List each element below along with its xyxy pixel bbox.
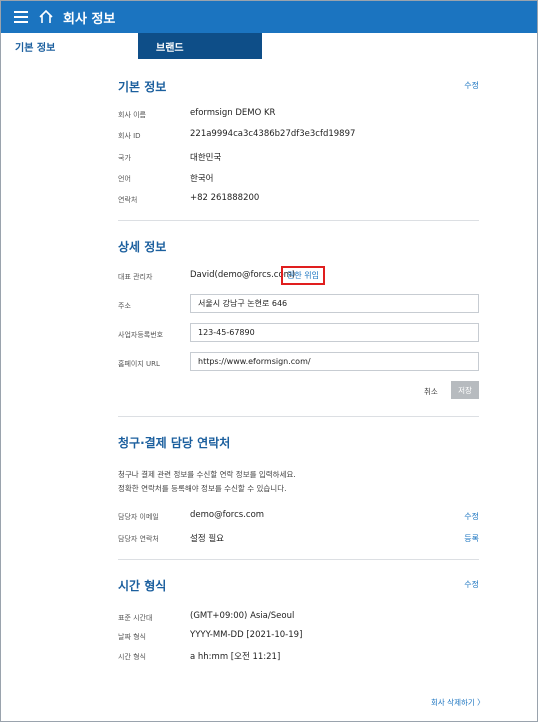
row-label: 담당자 이메일 bbox=[118, 513, 159, 521]
row-label: 언어 bbox=[118, 175, 131, 183]
info-row-country: 국가 대한민국 bbox=[118, 151, 479, 165]
row-label: 담당자 연락처 bbox=[118, 535, 159, 543]
section-divider bbox=[118, 416, 479, 417]
row-value: a hh:mm [오전 11:21] bbox=[190, 652, 281, 662]
row-value: 한국어 bbox=[190, 174, 214, 184]
row-value: 221a9994ca3c4386b27df3e3cfd19897 bbox=[190, 129, 356, 139]
row-label: 홈페이지 URL bbox=[118, 360, 160, 368]
cancel-button[interactable]: 취소 bbox=[424, 386, 438, 397]
save-button[interactable]: 저장 bbox=[451, 381, 479, 399]
row-value: +82 261888200 bbox=[190, 193, 260, 203]
billing-description-line: 정확한 연락처를 등록해야 정보를 수신할 수 있습니다. bbox=[118, 484, 287, 493]
section-divider bbox=[118, 559, 479, 560]
basic-info-title: 기본 정보 bbox=[118, 80, 167, 94]
row-label: 주소 bbox=[118, 302, 131, 310]
row-label: 연락처 bbox=[118, 196, 138, 204]
row-value: demo@forcs.com bbox=[190, 510, 265, 520]
row-value: 설정 필요 bbox=[190, 534, 224, 544]
billing-description-line: 청구나 결제 관련 정보를 수신할 연락 정보를 입력하세요. bbox=[118, 470, 296, 479]
row-label: 날짜 형식 bbox=[118, 633, 146, 641]
address-input[interactable]: 서울시 강남구 논현로 646 bbox=[190, 294, 479, 313]
basic-info-edit-link[interactable]: 수정 bbox=[464, 80, 479, 91]
admin-row: 대표 관리자 David(demo@forcs.com) 권한 위임 bbox=[118, 266, 479, 285]
row-label: 표준 시간대 bbox=[118, 614, 153, 622]
billing-phone-row: 담당자 연락처 설정 필요 등록 bbox=[118, 532, 479, 546]
row-label: 사업자등록번호 bbox=[118, 331, 164, 339]
row-value: eformsign DEMO KR bbox=[190, 108, 276, 118]
homepage-input[interactable]: https://www.eformsign.com/ bbox=[190, 352, 479, 371]
info-row-company-id: 회사 ID 221a9994ca3c4386b27df3e3cfd19897 bbox=[118, 129, 479, 143]
section-divider bbox=[118, 220, 479, 221]
info-row-language: 언어 한국어 bbox=[118, 172, 479, 186]
biz-number-row: 사업자등록번호 123-45-67890 bbox=[118, 323, 479, 342]
row-value: YYYY-MM-DD [2021-10-19] bbox=[190, 630, 303, 640]
time-row-time-format: 시간 형식 a hh:mm [오전 11:21] bbox=[118, 650, 479, 664]
address-row: 주소 서울시 강남구 논현로 646 bbox=[118, 294, 479, 313]
time-format-edit-link[interactable]: 수정 bbox=[464, 579, 479, 590]
billing-contact-title: 청구·결제 담당 연락처 bbox=[118, 436, 231, 450]
home-icon[interactable] bbox=[38, 9, 54, 25]
row-label: 회사 ID bbox=[118, 132, 141, 140]
billing-email-row: 담당자 이메일 demo@forcs.com 수정 bbox=[118, 510, 479, 524]
tab-basic-info[interactable]: 기본 정보 bbox=[1, 33, 138, 59]
billing-phone-register-link[interactable]: 등록 bbox=[464, 533, 479, 544]
tab-bar: 기본 정보 브랜드 bbox=[1, 33, 537, 59]
time-format-title: 시간 형식 bbox=[118, 579, 167, 593]
page-title: 회사 정보 bbox=[63, 11, 116, 27]
admin-value: David(demo@forcs.com) bbox=[190, 270, 296, 280]
info-row-phone: 연락처 +82 261888200 bbox=[118, 193, 479, 207]
delete-company-link[interactable]: 회사 삭제하기 〉 bbox=[431, 697, 485, 708]
delegate-authority-link[interactable]: 권한 위임 bbox=[281, 266, 325, 285]
hamburger-menu-icon[interactable] bbox=[14, 11, 28, 23]
detail-info-title: 상세 정보 bbox=[118, 240, 167, 254]
row-label: 회사 이름 bbox=[118, 111, 146, 119]
info-row-company-name: 회사 이름 eformsign DEMO KR bbox=[118, 108, 479, 122]
row-label: 대표 관리자 bbox=[118, 273, 153, 281]
time-row-date-format: 날짜 형식 YYYY-MM-DD [2021-10-19] bbox=[118, 630, 479, 644]
app-header: 회사 정보 bbox=[1, 1, 537, 33]
billing-email-edit-link[interactable]: 수정 bbox=[464, 511, 479, 522]
row-label: 시간 형식 bbox=[118, 653, 146, 661]
tab-brand[interactable]: 브랜드 bbox=[138, 33, 262, 59]
homepage-row: 홈페이지 URL https://www.eformsign.com/ bbox=[118, 352, 479, 371]
row-label: 국가 bbox=[118, 154, 131, 162]
row-value: (GMT+09:00) Asia/Seoul bbox=[190, 611, 295, 621]
time-row-timezone: 표준 시간대 (GMT+09:00) Asia/Seoul bbox=[118, 611, 479, 625]
row-value: 대한민국 bbox=[190, 153, 222, 163]
biz-number-input[interactable]: 123-45-67890 bbox=[190, 323, 479, 342]
